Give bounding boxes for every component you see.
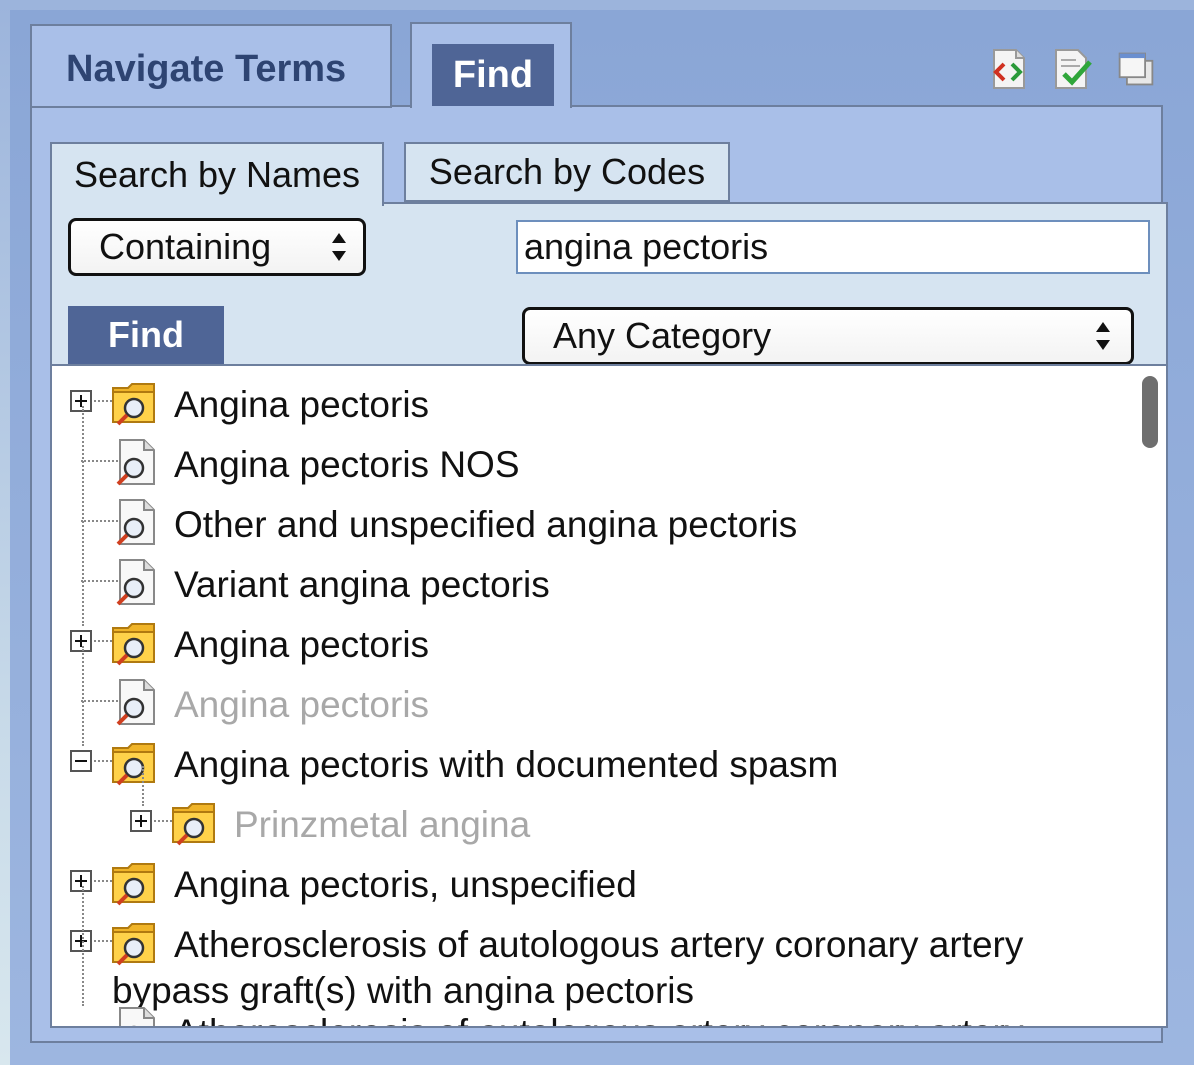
- results-tree[interactable]: Angina pectoris Angina pectoris NOS Other …: [52, 364, 1166, 1026]
- search-document-icon: [116, 438, 156, 486]
- tab-find[interactable]: Find: [410, 22, 572, 108]
- expand-icon[interactable]: [70, 930, 92, 952]
- tree-item-label[interactable]: Angina pectoris NOS: [174, 444, 520, 486]
- tree-item-label[interactable]: Variant angina pectoris: [174, 564, 550, 606]
- search-document-icon: [116, 498, 156, 546]
- expand-icon[interactable]: [70, 870, 92, 892]
- match-mode-value: Containing: [99, 226, 272, 267]
- scrollbar-thumb[interactable]: [1142, 376, 1158, 448]
- tree-row[interactable]: Prinzmetal angina: [52, 794, 1132, 854]
- subtab-search-by-names-label: Search by Names: [73, 154, 361, 195]
- tree-item-label[interactable]: Atherosclerosis of autologous artery cor…: [174, 924, 1023, 966]
- search-folder-icon: [111, 622, 156, 666]
- expand-icon[interactable]: [70, 390, 92, 412]
- tree-row[interactable]: Atherosclerosis of autologous artery cor…: [52, 914, 1132, 1011]
- search-folder-icon: [111, 382, 156, 426]
- tree-row[interactable]: Angina pectoris, unspecified: [52, 854, 1132, 914]
- tree-row[interactable]: Angina pectoris: [52, 614, 1132, 674]
- search-folder-icon: [111, 742, 156, 786]
- search-folder-icon: [171, 802, 216, 846]
- search-document-icon: [116, 558, 156, 606]
- search-folder-icon: [111, 862, 156, 906]
- tree-item-label[interactable]: Atherosclerosis of autologous artery cor…: [174, 1012, 1023, 1026]
- tab-find-label: Find: [432, 44, 554, 106]
- expand-icon[interactable]: [130, 810, 152, 832]
- tree-item-label[interactable]: Prinzmetal angina: [234, 804, 530, 846]
- tab-navigate-terms[interactable]: Navigate Terms: [30, 24, 392, 108]
- subtab-search-by-names[interactable]: Search by Names: [50, 142, 384, 206]
- tree-connector: [142, 766, 144, 806]
- subtab-search-by-codes-label: Search by Codes: [428, 151, 706, 192]
- code-icon[interactable]: [988, 48, 1028, 90]
- checked-document-icon[interactable]: [1052, 48, 1092, 90]
- tree-item-label[interactable]: Angina pectoris: [174, 384, 429, 426]
- search-document-icon: [116, 678, 156, 726]
- tree-row[interactable]: Angina pectoris: [52, 374, 1132, 434]
- category-value: Any Category: [553, 315, 772, 356]
- match-mode-select[interactable]: Containing: [68, 218, 366, 276]
- tree-connector: [82, 406, 84, 626]
- subtab-search-by-codes[interactable]: Search by Codes: [404, 142, 730, 202]
- tree-item-label[interactable]: Other and unspecified angina pectoris: [174, 504, 797, 546]
- tree-item-label[interactable]: Angina pectoris: [174, 624, 429, 666]
- search-folder-icon: [111, 922, 156, 966]
- select-arrows-icon: [1096, 322, 1110, 350]
- category-select[interactable]: Any Category: [522, 307, 1134, 365]
- tree-connector: [82, 646, 84, 746]
- select-arrows-icon: [332, 233, 346, 261]
- tree-row[interactable]: Other and unspecified angina pectoris: [52, 494, 1132, 554]
- search-document-icon: [116, 1006, 156, 1026]
- windows-icon[interactable]: [1116, 48, 1156, 90]
- tree-item-label[interactable]: Angina pectoris, unspecified: [174, 864, 637, 906]
- toolbar-icons: [988, 48, 1156, 90]
- tree-item-label[interactable]: Angina pectoris: [174, 684, 429, 726]
- expand-icon[interactable]: [70, 630, 92, 652]
- search-input[interactable]: [516, 220, 1150, 274]
- tree-connector: [82, 886, 84, 1006]
- tree-item-label[interactable]: Angina pectoris with documented spasm: [174, 744, 838, 786]
- tree-row[interactable]: Atherosclerosis of autologous artery cor…: [52, 1002, 1132, 1026]
- tab-navigate-terms-label: Navigate Terms: [66, 48, 347, 90]
- tree-row[interactable]: Angina pectoris: [52, 674, 1132, 734]
- collapse-icon[interactable]: [70, 750, 92, 772]
- tree-row[interactable]: Variant angina pectoris: [52, 554, 1132, 614]
- tree-row[interactable]: Angina pectoris with documented spasm: [52, 734, 1132, 794]
- tree-row[interactable]: Angina pectoris NOS: [52, 434, 1132, 494]
- find-button[interactable]: Find: [68, 306, 224, 364]
